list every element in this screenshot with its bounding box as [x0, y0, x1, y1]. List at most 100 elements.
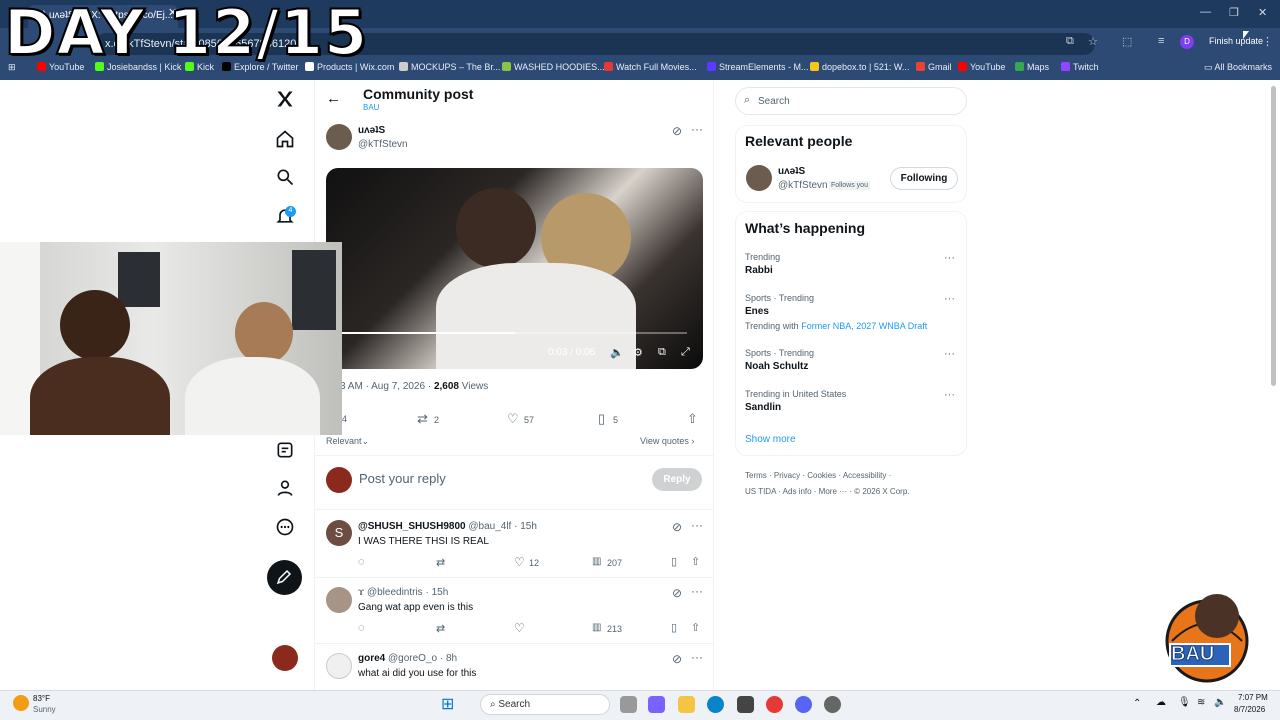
reply-handle[interactable]: ɤ @bleedintris [358, 587, 423, 598]
comment-icon[interactable]: ◌ [358, 556, 365, 568]
weather-temp[interactable]: 83°F [33, 694, 50, 703]
file-explorer-icon[interactable] [678, 696, 695, 713]
view-quotes-link[interactable]: View quotes › [640, 436, 694, 446]
reply-avatar[interactable]: S [326, 520, 352, 546]
reply-more-icon[interactable]: ··· [691, 650, 703, 664]
profile-avatar[interactable]: D [1180, 35, 1194, 49]
bookmark-item[interactable]: MOCKUPS – The Br... [399, 62, 500, 72]
minimize-icon[interactable]: — [1200, 6, 1211, 18]
bookmark-item[interactable]: YouTube [958, 62, 1005, 72]
footer-ads-info[interactable]: Ads info [783, 487, 812, 496]
bookmark-item[interactable]: StreamElements - M... [707, 62, 809, 72]
volume-tray-icon[interactable]: 🔈 [1214, 697, 1226, 708]
wifi-icon[interactable]: ≋ [1197, 697, 1205, 708]
views-icon[interactable]: ▥ [592, 556, 601, 567]
windows-start-icon[interactable]: ⊞ [441, 694, 454, 714]
home-icon[interactable] [274, 128, 296, 150]
store-icon[interactable] [737, 696, 754, 713]
trend-more-icon[interactable]: ··· [944, 389, 955, 401]
bookmark-item[interactable]: Maps [1015, 62, 1049, 72]
show-more-link[interactable]: Show more [745, 434, 796, 445]
finish-update-button[interactable]: Finish update [1209, 36, 1263, 46]
reply-avatar[interactable] [326, 653, 352, 679]
following-button[interactable]: Following [890, 167, 958, 190]
bookmark-icon[interactable]: ▯ [671, 555, 677, 568]
bookmark-icon[interactable]: ▯ [671, 621, 677, 634]
weather-sun-icon[interactable] [13, 695, 29, 711]
person-avatar[interactable] [746, 165, 772, 191]
reply-more-icon[interactable]: ··· [691, 584, 703, 598]
grok-icon[interactable] [274, 439, 296, 461]
author-avatar[interactable] [326, 124, 352, 150]
taskbar-search[interactable]: ⌕ Search [480, 694, 610, 715]
search-input[interactable]: Search [735, 87, 967, 115]
back-arrow-icon[interactable]: ← [326, 90, 341, 107]
fullscreen-icon[interactable]: ⤢ [681, 346, 690, 359]
reply-input[interactable]: Post your reply [359, 471, 446, 486]
grok-explain-icon[interactable]: ⊘ [672, 520, 682, 534]
footer-accessibility[interactable]: Accessibility [843, 471, 887, 480]
all-bookmarks[interactable]: ▭ All Bookmarks [1204, 62, 1272, 73]
bookmark-item[interactable]: WASHED HOODIES... [502, 62, 605, 72]
person-name[interactable]: uʌǝʇS [778, 166, 805, 177]
repost-icon[interactable]: ⇄ [436, 622, 445, 635]
bookmark-item[interactable]: Gmail [916, 62, 952, 72]
bookmark-item[interactable]: Twitch [1061, 62, 1099, 72]
tray-chevron-icon[interactable]: ⌃ [1133, 698, 1141, 709]
video-progress-track[interactable] [342, 332, 687, 334]
footer-more[interactable]: More ··· [819, 487, 847, 496]
tray-app-icon[interactable]: ☁ [1156, 697, 1166, 708]
microphone-icon[interactable]: 🎙 [1178, 697, 1191, 708]
restore-icon[interactable]: ❐ [1229, 6, 1239, 19]
settings-gear-icon[interactable]: ⚙ [633, 346, 643, 359]
clock-date[interactable]: 8/7/2026 [1234, 705, 1265, 714]
grok-explain-icon[interactable]: ⊘ [672, 652, 682, 666]
reply-name[interactable]: @SHUSH_SHUSH9800 [358, 521, 466, 532]
chrome-icon[interactable] [766, 696, 783, 713]
copilot-icon[interactable] [648, 696, 665, 713]
reply-avatar[interactable] [326, 587, 352, 613]
trend-more-icon[interactable]: ··· [944, 348, 955, 360]
author-name[interactable]: uʌǝʇS [358, 125, 385, 136]
bookmark-item[interactable]: Watch Full Movies... [604, 62, 697, 72]
reading-list-icon[interactable]: ≡ [1158, 35, 1164, 47]
extensions-icon[interactable]: ⬚ [1122, 35, 1132, 48]
video-player[interactable]: 0:03 / 0:06 🔈 ⚙ ⧉ ⤢ [326, 168, 703, 369]
trend-more-icon[interactable]: ··· [944, 252, 955, 264]
like-icon[interactable]: ♡ [507, 411, 519, 427]
window-close-icon[interactable]: ✕ [1258, 6, 1267, 19]
footer-privacy[interactable]: Privacy [774, 471, 800, 480]
volume-icon[interactable]: 🔈 [610, 346, 624, 359]
like-icon[interactable]: ♡ [514, 555, 525, 569]
trend-extra-links[interactable]: Former NBA, 2027 WNBA Draft [801, 321, 927, 331]
repost-icon[interactable]: ⇄ [417, 411, 428, 427]
x-logo-icon[interactable] [274, 88, 296, 110]
share-icon[interactable]: ⇧ [687, 411, 698, 427]
share-icon[interactable]: ⇧ [691, 555, 700, 568]
task-view-icon[interactable] [620, 696, 637, 713]
menu-dots-icon[interactable]: ⋮ [1262, 35, 1273, 48]
compose-button[interactable] [267, 560, 302, 595]
bookmark-item[interactable]: dopebox.to | 521: W... [810, 62, 909, 72]
community-label[interactable]: BAU [363, 103, 379, 112]
post-more-icon[interactable]: ··· [691, 122, 703, 136]
footer-us-tida[interactable]: US TIDA [745, 487, 776, 496]
like-icon[interactable]: ♡ [514, 621, 525, 635]
pip-icon[interactable]: ⧉ [658, 346, 666, 359]
more-icon[interactable] [274, 516, 296, 538]
share-icon[interactable]: ⇧ [691, 621, 700, 634]
reply-button[interactable]: Reply [652, 468, 702, 491]
grok-explain-icon[interactable]: ⊘ [672, 124, 682, 138]
account-avatar[interactable] [272, 645, 298, 671]
reply-more-icon[interactable]: ··· [691, 518, 703, 532]
bookmark-icon[interactable]: ▯ [598, 411, 605, 427]
trend-more-icon[interactable]: ··· [944, 293, 955, 305]
sort-dropdown[interactable]: Relevant⌄ [326, 436, 369, 447]
author-handle[interactable]: @kTfStevn [358, 139, 408, 150]
obs-icon[interactable] [824, 696, 841, 713]
views-icon[interactable]: ▥ [592, 622, 601, 633]
page-scrollbar[interactable] [1271, 86, 1276, 386]
bookmark-star-icon[interactable]: ☆ [1088, 35, 1098, 48]
repost-icon[interactable]: ⇄ [436, 556, 445, 569]
search-icon[interactable] [274, 166, 296, 188]
